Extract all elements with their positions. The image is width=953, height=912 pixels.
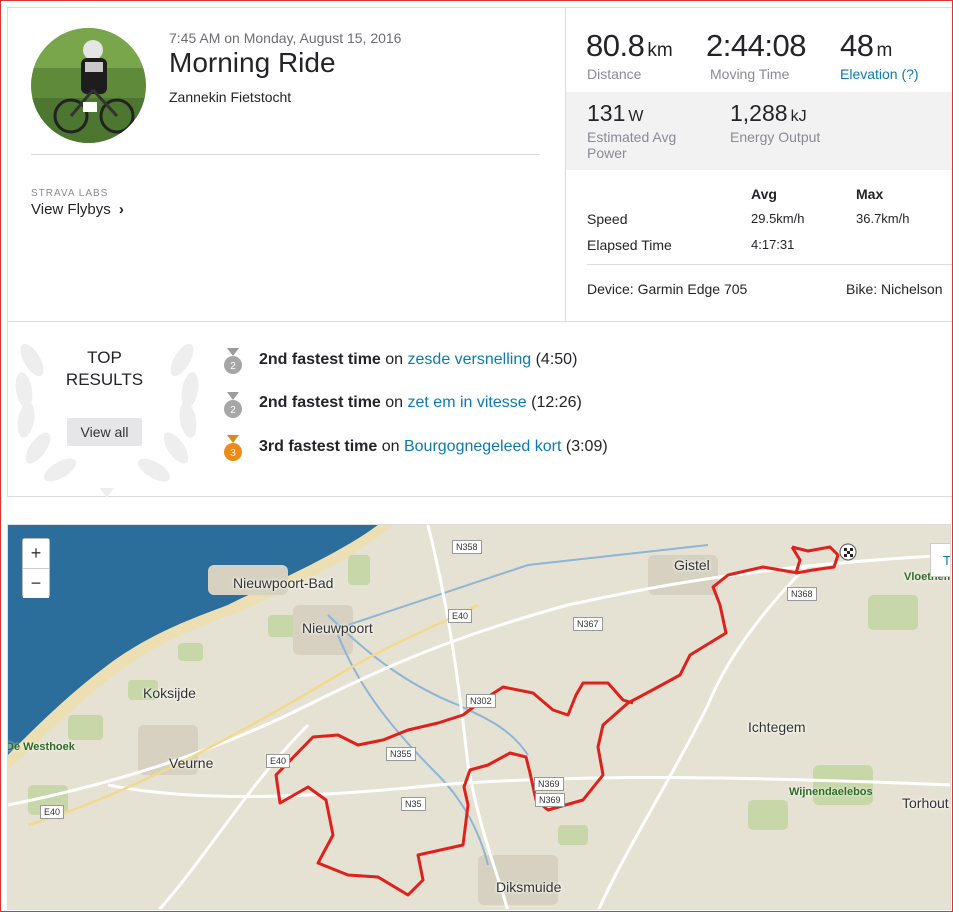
- result-on: on: [381, 438, 400, 455]
- town-label: Ichtegem: [748, 719, 806, 735]
- town-label: Nieuwpoort: [302, 620, 373, 636]
- speed-avg: 29.5km/h: [751, 211, 805, 226]
- distance-unit: km: [647, 40, 673, 61]
- power-unit: W: [628, 108, 644, 125]
- device-info: Device: Garmin Edge 705: [587, 281, 748, 297]
- route-map[interactable]: Gistel Nieuwpoort-Bad Nieuwpoort Koksijd…: [7, 524, 951, 910]
- distance-label: Distance: [587, 66, 642, 82]
- map-type-button[interactable]: Te: [930, 543, 950, 577]
- strava-labs-caption: STRAVA LABS: [31, 188, 109, 199]
- road-shield: N35: [401, 797, 426, 811]
- activity-datetime: 7:45 AM on Monday, August 15, 2016: [169, 30, 402, 46]
- result-item: 2nd fastest time on zet em in vitesse (1…: [259, 394, 582, 412]
- road-shield: N358: [452, 540, 482, 554]
- activity-description: Zannekin Fietstocht: [169, 89, 292, 105]
- zoom-out-button[interactable]: −: [23, 569, 49, 598]
- town-label: Gistel: [674, 557, 710, 573]
- result-item: 3rd fastest time on Bourgognegeleed kort…: [259, 438, 608, 456]
- stat-elevation: 48 m: [840, 28, 892, 64]
- town-label: Diksmuide: [496, 879, 562, 895]
- place-label: De Westhoek: [7, 741, 75, 753]
- road-shield: N355: [386, 747, 416, 761]
- bike-info: Bike: Nichelson: [846, 281, 943, 297]
- silver-medal-icon: 2: [224, 348, 242, 374]
- chevron-right-icon: ›: [118, 201, 124, 218]
- medal-rank: 3: [230, 448, 236, 459]
- elevation-unit: m: [876, 40, 893, 61]
- energy-unit: kJ: [790, 108, 807, 125]
- activity-title: Morning Ride: [169, 47, 336, 78]
- view-all-button[interactable]: View all: [67, 418, 142, 446]
- result-achievement: 2nd fastest time: [259, 351, 381, 368]
- medal-rank: 2: [230, 405, 236, 416]
- town-label: Nieuwpoort-Bad: [233, 575, 334, 591]
- segment-link[interactable]: zet em in vitesse: [408, 394, 527, 411]
- top-results-heading: TOP RESULTS: [62, 347, 147, 391]
- town-label: Torhout: [902, 795, 949, 811]
- bronze-medal-icon: 3: [224, 435, 242, 461]
- road-shield: N368: [787, 587, 817, 601]
- result-achievement: 2nd fastest time: [259, 394, 381, 411]
- col-avg-header: Avg: [751, 186, 777, 202]
- distance-value: 80.8: [586, 28, 645, 63]
- town-label: Koksijde: [143, 685, 196, 701]
- result-on: on: [385, 351, 404, 368]
- stat-moving-time: 2:44:08: [706, 28, 806, 64]
- athlete-avatar[interactable]: [31, 28, 146, 143]
- road-shield: E40: [266, 754, 291, 768]
- road-shield: N369: [535, 793, 565, 807]
- result-item: 2nd fastest time on zesde versnelling (4…: [259, 351, 577, 369]
- road-shield: E40: [40, 805, 65, 819]
- town-label: Veurne: [169, 755, 214, 771]
- result-time: (12:26): [531, 394, 582, 411]
- result-on: on: [385, 394, 404, 411]
- result-achievement: 3rd fastest time: [259, 438, 378, 455]
- segment-link[interactable]: zesde versnelling: [408, 351, 532, 368]
- energy-value: 1,288: [730, 100, 788, 126]
- speed-label: Speed: [587, 211, 628, 227]
- elapsed-time-avg: 4:17:31: [751, 237, 795, 252]
- road-shield: N367: [573, 617, 603, 631]
- stat-power: 131 W: [587, 100, 643, 127]
- col-max-header: Max: [856, 186, 884, 202]
- medal-rank: 2: [230, 361, 236, 372]
- result-time: (3:09): [565, 438, 608, 455]
- elapsed-time-label: Elapsed Time: [587, 237, 672, 253]
- view-flybys-label: View Flybys: [31, 201, 111, 218]
- road-shield: E40: [448, 609, 473, 623]
- details-divider: [587, 264, 952, 265]
- road-shield: N302: [466, 694, 496, 708]
- top-results-heading-line1: TOP: [87, 348, 122, 367]
- stat-energy: 1,288 kJ: [730, 100, 807, 127]
- speed-max: 36.7km/h: [856, 211, 910, 226]
- silver-medal-icon: 2: [224, 392, 242, 418]
- power-label-line1: Estimated Avg: [587, 129, 677, 145]
- result-time: (4:50): [535, 351, 578, 368]
- road-shield: N369: [534, 777, 564, 791]
- moving-time-value: 2:44:08: [706, 28, 806, 63]
- zoom-in-button[interactable]: +: [23, 539, 49, 568]
- power-label: Estimated Avg Power: [587, 129, 676, 161]
- power-label-line2: Power: [587, 145, 627, 161]
- power-value: 131: [587, 100, 626, 126]
- elevation-help-link[interactable]: Elevation (?): [840, 66, 919, 82]
- moving-time-label: Moving Time: [710, 66, 790, 82]
- elevation-value: 48: [840, 28, 874, 63]
- map-canvas[interactable]: [8, 525, 951, 910]
- divider: [31, 154, 540, 155]
- stat-distance: 80.8 km: [586, 28, 673, 64]
- zoom-control: + −: [22, 538, 50, 598]
- segment-link[interactable]: Bourgognegeleed kort: [404, 438, 561, 455]
- energy-label: Energy Output: [730, 129, 821, 145]
- view-flybys-link[interactable]: View Flybys ›: [31, 201, 124, 218]
- top-results-heading-line2: RESULTS: [65, 370, 144, 389]
- place-label: Wijnendaelebos: [789, 786, 873, 798]
